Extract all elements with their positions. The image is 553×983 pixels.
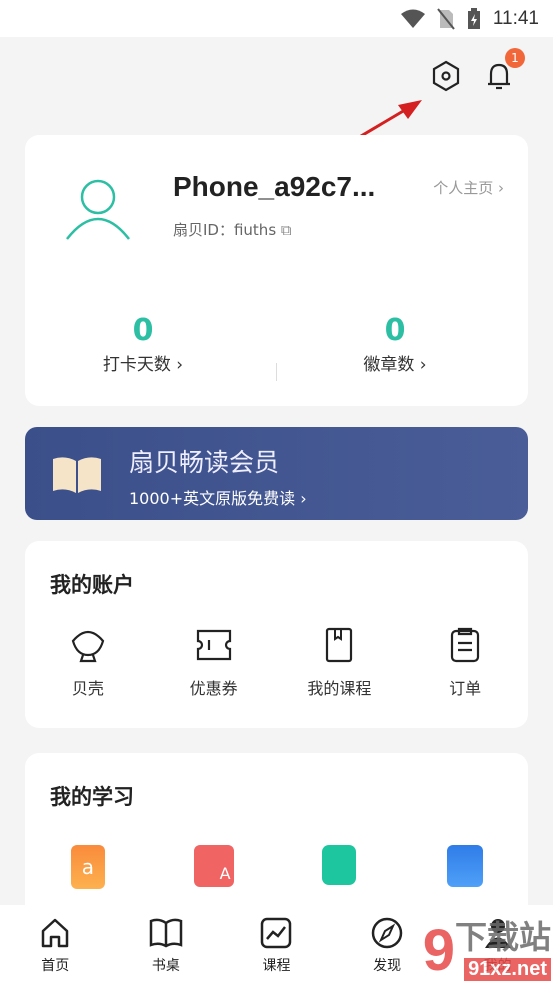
watermark-logo: 9 下载站 91xz.net bbox=[422, 918, 551, 983]
account-section: 我的账户 贝壳 优惠券 我的课程 订单 bbox=[25, 541, 528, 728]
vip-banner[interactable]: 扇贝畅读会员 1000+英文原版免费读 › bbox=[25, 427, 528, 520]
vocabulary-icon: a bbox=[70, 845, 105, 889]
account-item-coupons[interactable]: 优惠券 bbox=[151, 627, 277, 699]
vip-subtitle: 1000+英文原版免费读 › bbox=[129, 489, 307, 508]
notebook-icon bbox=[322, 845, 357, 885]
checkin-days-stat[interactable]: 0 打卡天数 › bbox=[43, 313, 243, 375]
personal-homepage-link[interactable]: 个人主页 › bbox=[433, 177, 504, 198]
tab-bookshelf[interactable]: 书桌 bbox=[111, 905, 222, 983]
document-icon bbox=[447, 845, 484, 887]
study-item-1[interactable]: a bbox=[25, 845, 151, 889]
profile-card: Phone_a92c7... 扇贝ID：fiuths ⧉ 个人主页 › 0 打卡天… bbox=[25, 135, 528, 406]
study-item-2[interactable]: A bbox=[151, 845, 277, 889]
no-sim-icon bbox=[437, 7, 455, 30]
study-item-4[interactable] bbox=[402, 845, 528, 889]
account-item-orders[interactable]: 订单 bbox=[402, 627, 528, 699]
home-icon bbox=[42, 918, 69, 948]
section-title: 我的学习 bbox=[50, 785, 134, 809]
username: Phone_a92c7... bbox=[173, 171, 376, 202]
account-item-my-courses[interactable]: 我的课程 bbox=[277, 627, 403, 699]
wifi-icon bbox=[400, 9, 425, 28]
chart-icon bbox=[261, 917, 292, 949]
coupon-icon bbox=[196, 629, 231, 661]
divider bbox=[276, 363, 277, 381]
book-icon bbox=[326, 627, 353, 663]
compass-icon bbox=[371, 917, 403, 949]
shell-icon bbox=[71, 630, 105, 663]
clock: 11:41 bbox=[492, 7, 539, 29]
section-title: 我的账户 bbox=[50, 573, 134, 597]
battery-charging-icon bbox=[467, 7, 480, 29]
badges-stat[interactable]: 0 徽章数 › bbox=[295, 313, 495, 375]
open-book-icon bbox=[53, 457, 101, 493]
open-book-icon bbox=[149, 918, 183, 948]
order-icon bbox=[451, 627, 480, 663]
user-id: 扇贝ID：fiuths ⧉ bbox=[173, 221, 292, 239]
notification-button[interactable]: 1 bbox=[485, 48, 525, 96]
word-book-icon: A bbox=[193, 845, 234, 887]
avatar[interactable] bbox=[65, 177, 131, 241]
account-item-shells[interactable]: 贝壳 bbox=[25, 627, 151, 699]
notification-badge: 1 bbox=[505, 48, 525, 68]
settings-icon[interactable] bbox=[431, 60, 461, 92]
status-bar: 11:41 bbox=[0, 0, 553, 37]
vip-title: 扇贝畅读会员 bbox=[129, 448, 280, 477]
tab-home[interactable]: 首页 bbox=[0, 905, 111, 983]
study-item-3[interactable] bbox=[277, 845, 403, 889]
copy-icon[interactable]: ⧉ bbox=[281, 221, 292, 239]
tab-courses[interactable]: 课程 bbox=[221, 905, 332, 983]
